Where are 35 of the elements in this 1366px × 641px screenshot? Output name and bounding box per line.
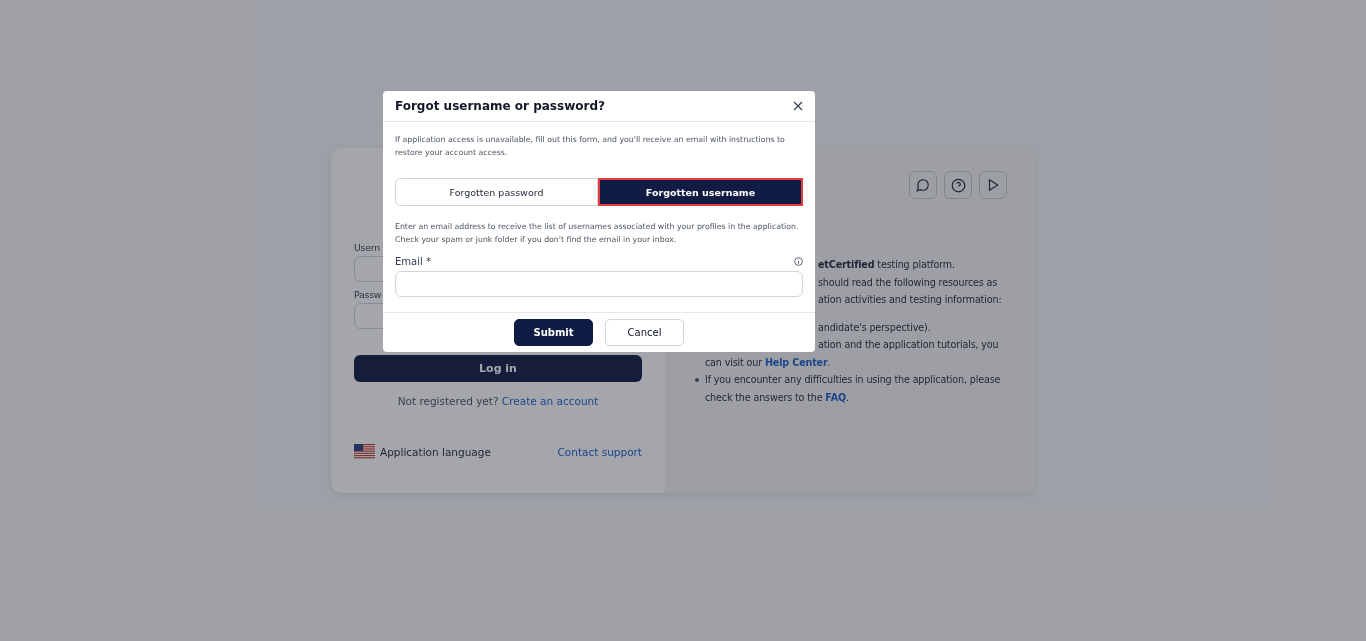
info-icon: [794, 257, 803, 266]
text-link[interactable]: FAQ: [825, 391, 846, 403]
login-button[interactable]: Log in: [354, 355, 642, 382]
username-label: Usern: [354, 242, 380, 253]
info-text: andidate's perspective).: [818, 320, 931, 335]
submit-button[interactable]: Submit: [514, 319, 593, 346]
close-icon: [791, 99, 805, 113]
play-button[interactable]: [979, 171, 1007, 199]
info-text: ation and the application tutorials, you: [818, 338, 999, 352]
contact-support-link[interactable]: Contact support: [557, 445, 642, 458]
info-text: If you encounter any difficulties in using the application, please: [705, 373, 1001, 387]
help-button[interactable]: [944, 171, 972, 199]
email-label: Email *: [395, 256, 431, 267]
info-text: ation activities and testing information:: [818, 293, 1002, 307]
help-icon: [950, 177, 966, 193]
cancel-button[interactable]: Cancel: [605, 319, 684, 346]
dialog-title: Forgot username or password?: [395, 99, 605, 113]
bullet-icon: [695, 378, 699, 382]
chat-button[interactable]: [909, 171, 937, 199]
email-field[interactable]: [395, 271, 803, 297]
language-label: Application language: [380, 445, 491, 458]
info-text: should read the following resources as: [818, 275, 998, 290]
tab[interactable]: Forgotten username: [598, 178, 803, 206]
info-text: etCertified testing platform.: [818, 258, 955, 272]
flag-icon: [354, 444, 375, 459]
info-text: can visit our Help Center.: [705, 355, 831, 370]
register-prompt: Not registered yet?: [397, 395, 499, 407]
password-label: Passw: [354, 289, 382, 300]
text-link[interactable]: Help Center: [764, 356, 828, 368]
close-button[interactable]: [791, 99, 805, 113]
tab[interactable]: Forgotten password: [395, 178, 598, 206]
create-account-link[interactable]: Create an account: [501, 395, 599, 407]
play-icon: [986, 178, 1000, 192]
chat-bubble-icon: [916, 178, 930, 192]
info-text: check the answers to the FAQ.: [705, 390, 849, 405]
